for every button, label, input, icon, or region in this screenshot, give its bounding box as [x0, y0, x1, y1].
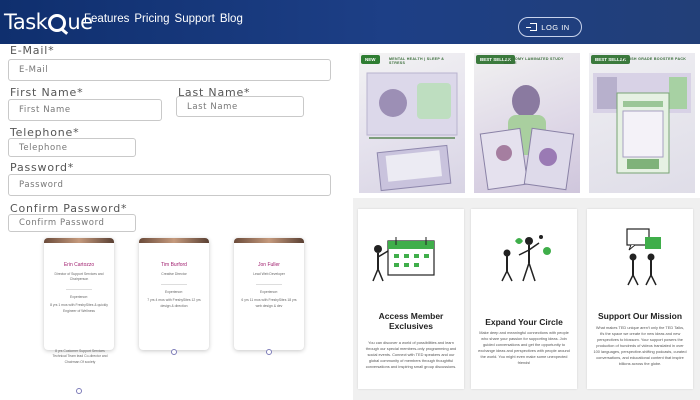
feature-body: What makes TED unique aren't only the TE… [593, 325, 687, 367]
feature-body: Make deep and meaningful connections wit… [478, 330, 570, 366]
team-role: Lead Web Developer [253, 272, 285, 276]
product-image [479, 85, 575, 191]
product-image [593, 73, 691, 174]
first-name-label: First Name* [10, 86, 84, 99]
nav-features[interactable]: Features [84, 13, 129, 25]
experience-title: Experience: [165, 290, 183, 295]
main-nav: Features Pricing Support Blog [84, 13, 243, 25]
chat-illustration-icon [626, 228, 661, 286]
people-illustration-icon [501, 235, 551, 282]
experience-text: 7 yrs 4 mos with FreshySites 12 yrs desi… [147, 298, 201, 308]
product-mental-health[interactable]: NEW MENTAL HEALTH | SLEEP & STRESS [359, 53, 465, 193]
nav-blog[interactable]: Blog [220, 13, 243, 25]
feature-title: Access Member Exclusives [378, 311, 444, 331]
experience-title: Experience: [260, 290, 278, 295]
nav-pricing[interactable]: Pricing [134, 13, 169, 25]
q-logo-icon [48, 14, 67, 32]
divider [66, 289, 92, 291]
confirm-password-field[interactable]: Confirm Password [8, 214, 136, 232]
login-button[interactable]: LOG IN [518, 17, 582, 37]
divider [256, 284, 282, 286]
product-anatomy-guide[interactable]: BEST SELLER ANATOMY LAMINATED STUDY GUID… [474, 53, 580, 193]
expand-dot-icon[interactable] [76, 388, 82, 394]
team-photo [139, 238, 209, 243]
team-name: Jon Fuller [258, 262, 280, 268]
experience-text: 6 yrs 11 mos with FreshySites 18 yrs web… [241, 298, 297, 308]
nav-support[interactable]: Support [175, 13, 215, 25]
team-extra-text: 8 yrs Customer Support Services Technica… [52, 349, 108, 364]
product-image [366, 72, 458, 192]
last-name-field[interactable]: Last Name [176, 96, 304, 117]
feature-title: Expand Your Circle [485, 317, 563, 327]
team-role: Director of Support Services and Chairpe… [54, 272, 104, 282]
password-label: Password* [10, 161, 75, 174]
product-spanish-pack[interactable]: BEST SELLER SPANISH GRADE BOOSTER PACK [589, 53, 695, 193]
experience-text: 8 yrs 1 mos with FreshySites & quickly E… [50, 303, 108, 313]
team-name: Tim Burford [161, 262, 187, 268]
feature-member-exclusives: Access Member Exclusives You can discove… [358, 209, 464, 389]
team-name: Erin Cartozzo [63, 262, 95, 268]
feature-title: Support Our Mission [597, 311, 683, 321]
password-field[interactable]: Password [8, 174, 331, 196]
experience-title: Experience: [70, 295, 88, 300]
team-photo [234, 238, 304, 243]
telephone-field[interactable]: Telephone [8, 138, 136, 157]
team-photo [44, 238, 114, 243]
team-card-tim: Tim Burford Creative Director Experience… [139, 238, 209, 350]
first-name-field[interactable]: First Name [8, 99, 162, 121]
feature-expand-circle: Expand Your Circle Make deep and meaning… [471, 209, 577, 389]
team-role: Creative Director [161, 272, 187, 276]
feature-body: You can discover a world of possibilitie… [365, 340, 457, 370]
feature-support-mission: Support Our Mission What makes TED uniqu… [587, 209, 693, 389]
site-header: Task ue Features Pricing Support Blog LOG… [0, 0, 700, 44]
team-card-erin: Erin Cartozzo Director of Support Servic… [44, 238, 114, 350]
divider [161, 284, 187, 286]
email-field[interactable]: E-Mail [8, 59, 331, 81]
login-icon [526, 23, 538, 31]
email-label: E-Mail* [10, 44, 55, 57]
expand-dot-icon[interactable] [266, 349, 272, 355]
expand-dot-icon[interactable] [171, 349, 177, 355]
taskque-logo[interactable]: Task ue [4, 8, 93, 36]
team-card-jon: Jon Fuller Lead Web Developer Experience… [234, 238, 304, 350]
calendar-illustration-icon [372, 237, 435, 282]
